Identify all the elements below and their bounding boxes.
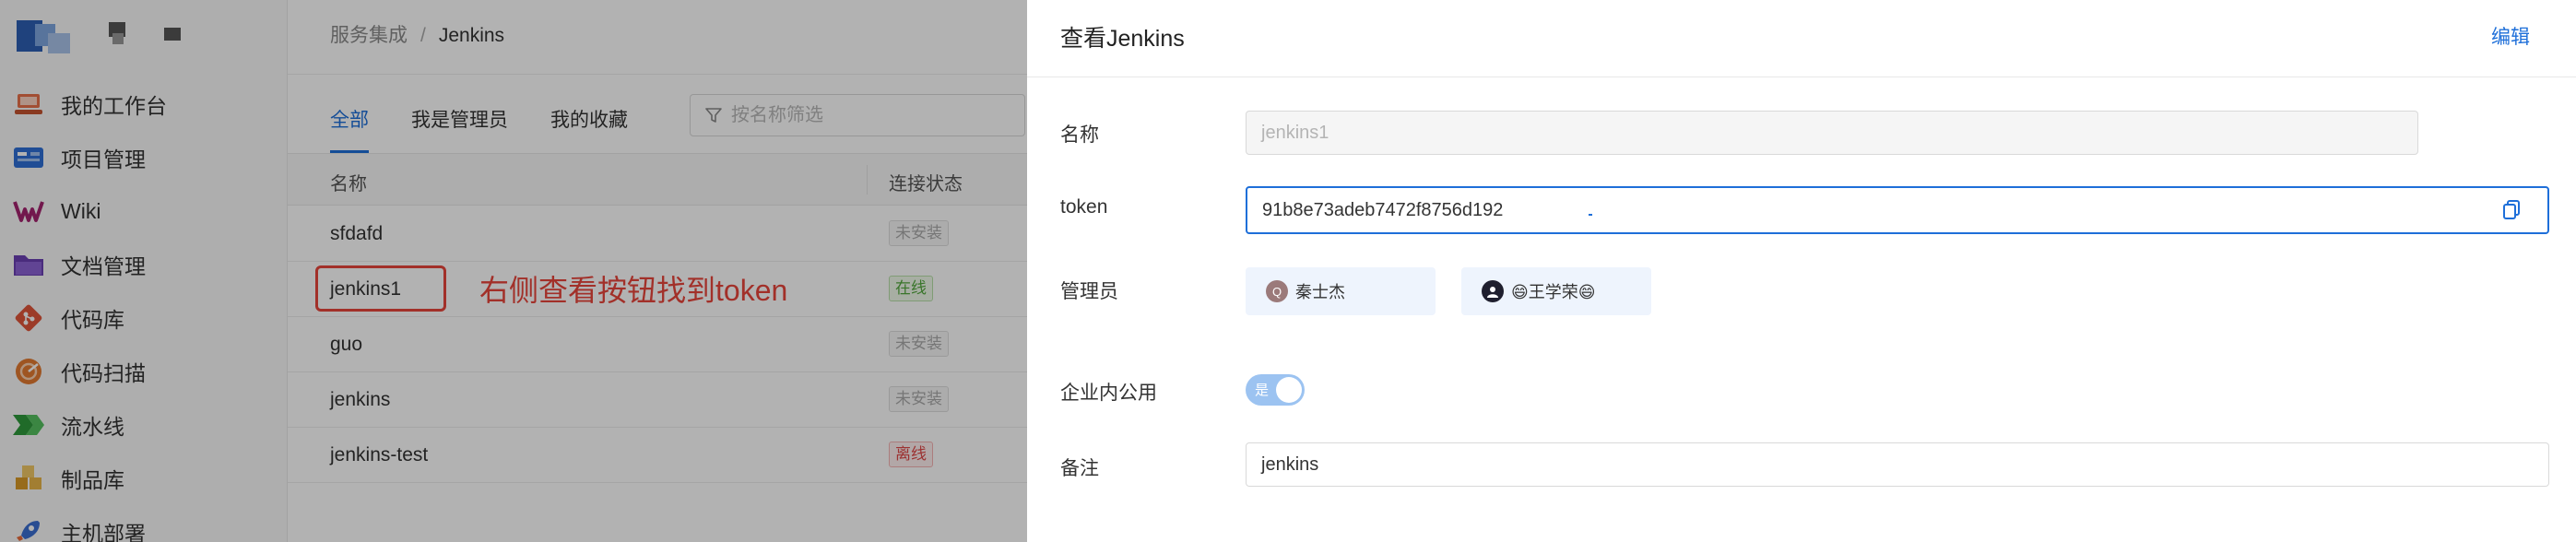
copy-icon[interactable] [2501, 199, 2522, 219]
name-field: jenkins1 [1246, 111, 2418, 155]
text-cursor [1589, 203, 1592, 216]
drawer-title: 查看Jenkins [1060, 26, 1185, 52]
drawer-header: 查看Jenkins 编辑 [1027, 0, 2576, 77]
avatar [1482, 280, 1504, 302]
name-value: jenkins1 [1261, 122, 1329, 143]
app-background: 我的工作台 项目管理 Wiki 文档管理 代码库 代码扫描 流水线 制品库 主机… [0, 0, 1027, 542]
avatar: Q [1266, 280, 1288, 302]
toggle-knob [1276, 377, 1302, 403]
remark-label: 备注 [1060, 458, 1099, 479]
enterprise-toggle[interactable]: 是 [1246, 374, 1305, 406]
token-value[interactable]: 91b8e73adeb7472f8756d192 [1262, 200, 1503, 221]
admin-chip: 😄王学荣😄 [1461, 267, 1651, 315]
name-label: 名称 [1060, 124, 1099, 146]
token-field[interactable]: 91b8e73adeb7472f8756d192 [1246, 186, 2549, 234]
admin-name: 😄王学荣😄 [1511, 283, 1596, 301]
edit-button[interactable]: 编辑 [2491, 22, 2530, 50]
modal-mask[interactable] [0, 0, 1027, 542]
detail-drawer: 查看Jenkins 编辑 名称 jenkins1 token 91b8e73ad… [1027, 0, 2576, 542]
enterprise-label: 企业内公用 [1060, 383, 1157, 404]
toggle-text: 是 [1255, 383, 1270, 398]
remark-value: jenkins [1261, 454, 1319, 475]
remark-field: jenkins [1246, 442, 2549, 487]
token-label: token [1060, 196, 1108, 218]
admin-name: 秦士杰 [1295, 283, 1345, 301]
admins-label: 管理员 [1060, 281, 1118, 302]
admin-chip: Q 秦士杰 [1246, 267, 1436, 315]
